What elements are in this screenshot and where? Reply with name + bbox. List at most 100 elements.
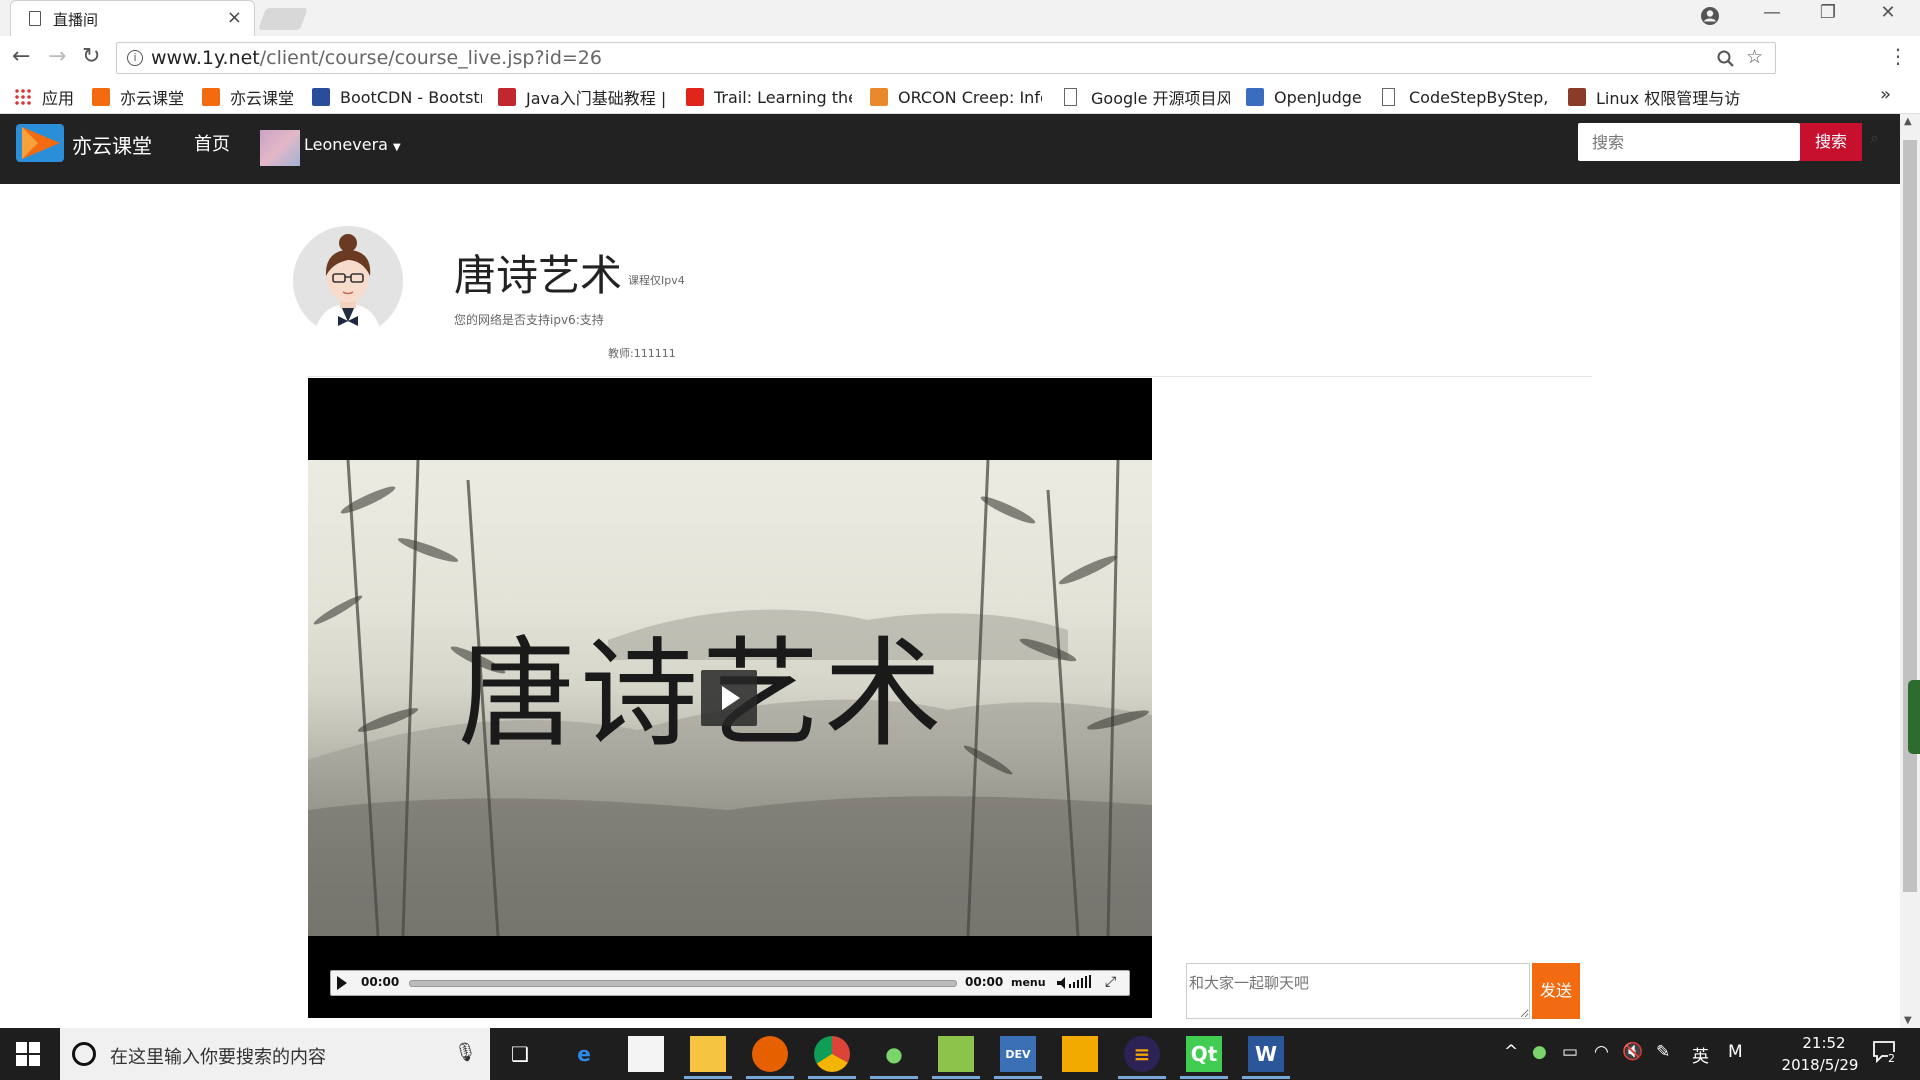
qt-creator-icon[interactable]: Qt [1186, 1036, 1222, 1072]
zoom-icon[interactable] [1717, 50, 1735, 68]
current-time: 00:00 [361, 975, 400, 989]
site-search-input[interactable] [1578, 123, 1800, 161]
linux-bookmark-icon [1568, 88, 1586, 106]
running-indicator [1180, 1076, 1228, 1079]
user-avatar[interactable] [260, 130, 300, 166]
player-controls: 00:00 00:00 menu ⤢ [330, 970, 1130, 996]
big-play-button[interactable] [701, 670, 757, 726]
bookmark-item[interactable]: OpenJudge [1246, 86, 1366, 108]
page-icon [1382, 88, 1395, 106]
scroll-down-arrow-icon[interactable]: ▼ [1904, 1015, 1912, 1026]
user-menu-toggle[interactable]: Leonevera ▼ [304, 135, 401, 154]
app-square-icon[interactable] [1062, 1036, 1098, 1072]
bookmark-item[interactable]: Google 开源项目风 [1064, 86, 1230, 108]
wechat-icon[interactable]: ● [876, 1036, 912, 1072]
running-indicator [994, 1076, 1042, 1079]
browser-tab-active[interactable]: 直播间 × [10, 0, 255, 36]
page-scrollbar[interactable]: ▲ ▼ [1900, 114, 1920, 1028]
browser-toolbar: ← → ↻ i www.1y.net/client/course/course_… [0, 36, 1920, 80]
chat-input[interactable] [1186, 963, 1530, 1019]
fullscreen-icon[interactable]: ⤢ [1105, 974, 1116, 990]
task-view-icon[interactable]: ❑ [502, 1036, 538, 1072]
running-indicator [746, 1076, 794, 1079]
pen-icon[interactable]: ✎ [1656, 1042, 1670, 1062]
tray-wechat-icon[interactable]: ● [1532, 1042, 1547, 1062]
wifi-icon[interactable]: ◠ [1594, 1042, 1609, 1062]
bookmark-item[interactable]: 亦云课堂 [202, 86, 298, 108]
chat-send-button[interactable]: 发送 [1532, 963, 1580, 1019]
bookmark-item[interactable]: CodeStepByStep, a [1382, 86, 1554, 108]
ime-mode[interactable]: M [1728, 1042, 1743, 1062]
bookmark-item[interactable]: Linux 权限管理与访 [1568, 86, 1744, 108]
scroll-thumb[interactable] [1903, 140, 1917, 892]
play-icon[interactable] [337, 976, 347, 990]
nav-home-link[interactable]: 首页 [194, 130, 230, 156]
taskbar-search-box[interactable]: 在这里输入你要搜索的内容 🎙 [60, 1028, 490, 1080]
ime-language[interactable]: 英 [1692, 1042, 1709, 1067]
windows-taskbar: 在这里输入你要搜索的内容 🎙 ❑ e ● DEV ≡ Qt W ^ ● ▭ ◠ 🔇 ✎ 英 … [0, 1028, 1920, 1080]
edge-icon[interactable]: e [566, 1036, 602, 1072]
eclipse-icon[interactable]: ≡ [1124, 1036, 1160, 1072]
site-search-button[interactable]: 搜索 [1800, 123, 1862, 161]
course-note: 课程仅Ipv4 [628, 274, 685, 287]
notepad-plus-icon[interactable] [938, 1036, 974, 1072]
forward-arrow-icon[interactable]: → [48, 44, 66, 69]
bookmark-item[interactable]: BootCDN - Bootstr [312, 86, 482, 108]
page-icon [29, 11, 41, 26]
cortana-icon [72, 1042, 96, 1066]
clock-time[interactable]: 21:52 [1784, 1034, 1864, 1052]
running-indicator [808, 1076, 856, 1079]
bookmark-item[interactable]: 亦云课堂 [92, 86, 188, 108]
clock-date[interactable]: 2018/5/29 [1770, 1056, 1870, 1074]
url-text[interactable]: www.1y.net/client/course/course_live.jsp… [151, 47, 602, 69]
dev-cpp-icon[interactable]: DEV [1000, 1036, 1036, 1072]
bookmark-label: Trail: Learning the [714, 87, 852, 107]
bookmarks-more-icon[interactable]: » [1880, 84, 1891, 105]
scroll-up-arrow-icon[interactable]: ▲ [1904, 116, 1912, 127]
user-name: Leonevera [304, 135, 388, 154]
course-title: 唐诗艺术 [454, 251, 623, 300]
window-close-icon[interactable]: ✕ [1868, 2, 1908, 23]
bookmark-star-icon[interactable]: ☆ [1746, 46, 1763, 68]
video-frame[interactable]: 唐诗艺术 [308, 460, 1152, 936]
bookmark-item[interactable]: Java入门基础教程 | [498, 86, 668, 108]
bootcdn-icon [312, 88, 330, 106]
tab-close-icon[interactable]: × [227, 7, 242, 28]
side-widget-tab[interactable] [1908, 680, 1920, 754]
notification-count: 2 [1888, 1052, 1895, 1065]
video-player[interactable]: 唐诗艺术 00:00 00:00 menu ⤢ [308, 378, 1152, 1018]
bookmark-item[interactable]: 应用 [14, 86, 80, 108]
address-bar[interactable]: i www.1y.net/client/course/course_live.j… [116, 42, 1776, 74]
yiyun-logo-icon[interactable] [16, 124, 64, 162]
word-icon[interactable]: W [1248, 1036, 1284, 1072]
new-tab-button[interactable] [257, 8, 309, 30]
battery-icon[interactable]: ▭ [1562, 1042, 1578, 1062]
progress-bar[interactable] [409, 980, 957, 987]
url-host: www.1y.net [151, 47, 260, 69]
player-menu-button[interactable]: menu [1011, 976, 1046, 989]
speaker-muted-icon[interactable]: 🔇 [1622, 1042, 1643, 1062]
profile-icon[interactable] [1700, 6, 1720, 26]
browser-menu-icon[interactable]: ⋮ [1888, 44, 1908, 68]
windows-start-icon[interactable] [16, 1042, 40, 1066]
minimize-icon[interactable]: — [1752, 2, 1792, 23]
site-info-icon[interactable]: i [127, 50, 143, 66]
back-arrow-icon[interactable]: ← [12, 44, 30, 69]
running-indicator [870, 1076, 918, 1079]
site-name[interactable]: 亦云课堂 [72, 130, 152, 159]
bookmark-label: Java入门基础教程 | [526, 89, 667, 108]
tray-expand-icon[interactable]: ^ [1504, 1042, 1518, 1062]
taskbar-search-placeholder: 在这里输入你要搜索的内容 [110, 1047, 326, 1068]
chrome-icon[interactable] [814, 1036, 850, 1072]
file-explorer-icon[interactable] [690, 1036, 726, 1072]
microphone-icon[interactable]: 🎙 [454, 1042, 477, 1063]
sticky-notes-icon[interactable] [628, 1036, 664, 1072]
volume-icon[interactable] [1055, 974, 1095, 992]
tab-title: 直播间 [53, 11, 99, 29]
firefox-icon[interactable] [752, 1036, 788, 1072]
ipv6-check-text: 您的网络是否支持ipv6:支持 [454, 313, 604, 327]
bookmark-item[interactable]: ORCON Creep: Info [870, 86, 1042, 108]
restore-icon[interactable]: ❐ [1808, 2, 1848, 23]
reload-icon[interactable]: ↻ [82, 44, 100, 69]
bookmark-item[interactable]: Trail: Learning the [686, 86, 852, 108]
